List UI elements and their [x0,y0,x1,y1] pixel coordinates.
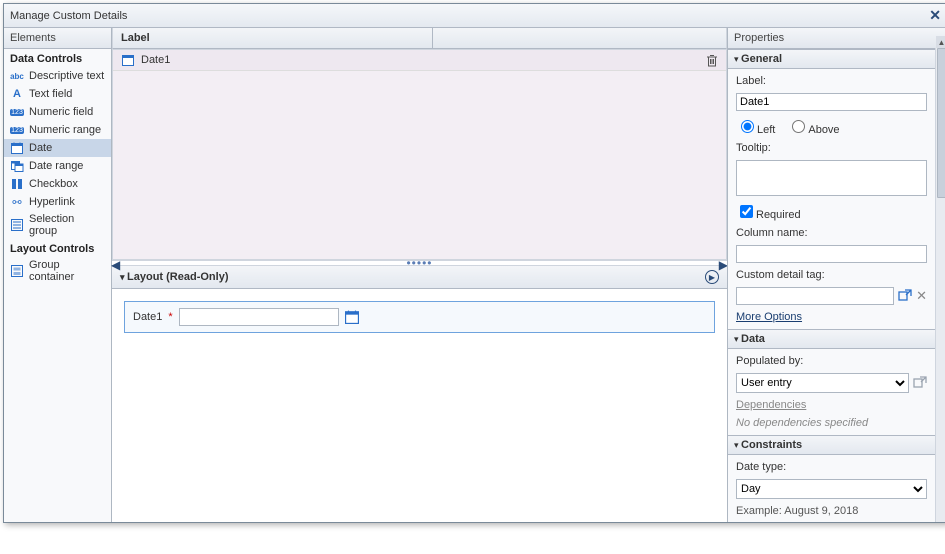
sidebar-item-text-field[interactable]: A Text field [4,85,111,103]
radio-above-label: Above [808,124,839,136]
group-general-header[interactable]: General [728,49,935,69]
radio-above-input[interactable] [792,120,805,133]
canvas-header-row: Label [112,28,727,49]
open-populated-icon[interactable] [913,376,927,390]
sidebar-item-label: Numeric field [29,106,93,118]
dependencies-link[interactable]: Dependencies [736,399,927,411]
sidebar-item-label: Numeric range [29,124,101,136]
colname-input[interactable] [736,245,927,263]
open-tag-icon[interactable] [898,289,912,303]
tag-input[interactable] [736,287,894,305]
chevron-left-icon[interactable]: ◀ [111,258,120,272]
section-data-controls: Data Controls [4,49,111,67]
more-options-link[interactable]: More Options [736,311,927,323]
properties-scroll: General Label: Left Above Tooltip: Requi… [728,49,945,522]
sidebar-item-numeric-range[interactable]: 123 Numeric range [4,121,111,139]
populated-select[interactable]: User entry [736,373,909,393]
group-constraints-body: Date type: Day Example: August 9, 2018 [728,455,935,522]
preview-area: Date1 * [112,289,727,522]
sidebar-item-hyperlink[interactable]: ⚯ Hyperlink [4,193,111,211]
checkbox-icon [10,177,24,191]
play-icon[interactable]: ▶ [705,270,719,284]
definition-canvas[interactable]: Date1 [112,49,727,260]
scrollbar-thumb[interactable] [937,48,945,198]
preview-date-input[interactable] [179,308,339,326]
group-data-header[interactable]: Data [728,329,935,349]
sidebar-header: Elements [4,28,111,49]
numeric-icon: 123 [10,105,24,119]
sidebar-item-label: Text field [29,88,72,100]
calendar-icon [10,141,24,155]
colname-label: Column name: [736,227,927,239]
link-icon: ⚯ [10,195,24,209]
body: Elements Data Controls abc Descriptive t… [4,28,945,522]
no-deps-text: No dependencies specified [736,417,927,429]
numeric-range-icon: 123 [10,123,24,137]
scrollbar[interactable]: ▲ [935,48,945,522]
sidebar-item-date-range[interactable]: Date range [4,157,111,175]
tooltip-input[interactable] [736,160,927,196]
scroll-up-icon[interactable]: ▲ [936,36,945,48]
sidebar-item-label: Date [29,142,52,154]
radio-left-label: Left [757,124,775,136]
calendar-icon [121,53,135,67]
list-icon [10,218,24,232]
preview-field-label: Date1 [133,311,162,323]
canvas-header-spacer [433,28,726,48]
splitter[interactable]: ◀ ••••• ▶ [112,260,727,266]
populated-label: Populated by: [736,355,927,367]
tooltip-label: Tooltip: [736,142,927,154]
required-asterisk-icon: * [168,311,172,323]
group-data-body: Populated by: User entry Dependencies No… [728,349,935,435]
close-icon[interactable]: ✕ [929,7,941,24]
group-constraints-header[interactable]: Constraints [728,435,935,455]
clear-tag-icon[interactable]: ✕ [916,288,927,304]
dialog-window: Manage Custom Details ✕ Elements Data Co… [3,3,945,523]
trash-icon[interactable] [706,54,718,67]
preview-field-date1[interactable]: Date1 * [124,301,715,333]
required-checkbox-row[interactable]: Required [736,202,927,221]
radio-above[interactable]: Above [787,117,839,136]
section-layout-controls: Layout Controls [4,239,111,257]
sidebar-item-label: Descriptive text [29,70,104,82]
required-checkbox[interactable] [740,205,753,218]
sidebar: Elements Data Controls abc Descriptive t… [4,28,112,522]
canvas-header-label: Label [113,28,433,48]
splitter-handle-icon: ••••• [406,261,432,265]
window-title: Manage Custom Details [10,10,127,22]
layout-header-label: Layout (Read-Only) [120,271,228,283]
sidebar-item-label: Checkbox [29,178,78,190]
titlebar: Manage Custom Details ✕ [4,4,945,28]
sidebar-item-label: Group container [29,259,105,283]
main-area: Label Date1 ◀ •••• [112,28,727,522]
properties-header: Properties [728,28,945,49]
sidebar-item-checkbox[interactable]: Checkbox [4,175,111,193]
canvas-row-label: Date1 [141,54,170,66]
group-general-body: Label: Left Above Tooltip: Required Colu… [728,69,935,329]
required-label: Required [756,209,801,221]
sidebar-item-selection-group[interactable]: Selection group [4,211,111,239]
sidebar-item-group-container[interactable]: Group container [4,257,111,285]
sidebar-item-label: Selection group [29,213,105,237]
text-icon: abc [10,69,24,83]
container-icon [10,264,24,278]
tag-label: Custom detail tag: [736,269,927,281]
sidebar-item-label: Date range [29,160,83,172]
label-input[interactable] [736,93,927,111]
properties-panel: Properties General Label: Left Above Too… [727,28,945,522]
label-label: Label: [736,75,927,87]
datetype-label: Date type: [736,461,927,473]
sidebar-item-descriptive-text[interactable]: abc Descriptive text [4,67,111,85]
calendar-range-icon [10,159,24,173]
radio-left[interactable]: Left [736,117,775,136]
calendar-picker-icon[interactable] [345,310,359,324]
textfield-icon: A [10,87,24,101]
datetype-select[interactable]: Day [736,479,927,499]
sidebar-item-label: Hyperlink [29,196,75,208]
canvas-row-date1[interactable]: Date1 [113,50,726,71]
sidebar-item-date[interactable]: Date [4,139,111,157]
sidebar-item-numeric-field[interactable]: 123 Numeric field [4,103,111,121]
example-text: Example: August 9, 2018 [736,505,927,517]
radio-left-input[interactable] [741,120,754,133]
